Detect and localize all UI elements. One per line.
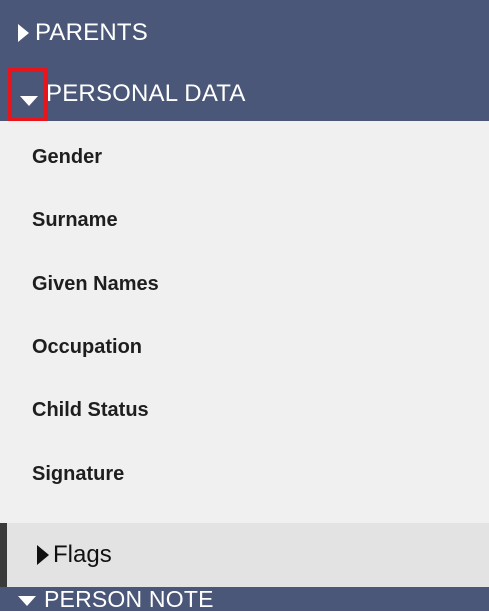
field-label: Signature bbox=[32, 462, 125, 485]
caret-down-icon[interactable] bbox=[18, 596, 36, 606]
field-item-occupation[interactable]: Occupation bbox=[0, 327, 489, 367]
caret-down-icon[interactable] bbox=[20, 95, 38, 106]
field-item-signature[interactable]: Signature bbox=[0, 454, 489, 494]
caret-right-icon[interactable] bbox=[18, 24, 29, 42]
section-header-parents[interactable]: PARENTS bbox=[0, 0, 489, 66]
subsection-label-flags: Flags bbox=[53, 541, 112, 568]
field-label: Given Names bbox=[32, 272, 159, 295]
personal-data-field-list: Gender Surname Given Names Occupation Ch… bbox=[0, 121, 489, 523]
field-label: Occupation bbox=[32, 335, 143, 358]
field-label: Gender bbox=[32, 145, 103, 168]
section-header-personal-data[interactable]: PERSONAL DATA bbox=[0, 66, 489, 121]
field-label: Child Status bbox=[32, 398, 149, 421]
section-header-person-note[interactable]: PERSON NOTE bbox=[0, 587, 489, 611]
caret-right-icon[interactable] bbox=[37, 545, 49, 565]
field-label: Surname bbox=[32, 208, 118, 231]
field-item-gender[interactable]: Gender bbox=[0, 137, 489, 177]
field-item-given-names[interactable]: Given Names bbox=[0, 264, 489, 304]
section-label-parents: PARENTS bbox=[35, 19, 148, 46]
field-item-surname[interactable]: Surname bbox=[0, 200, 489, 240]
field-item-child-status[interactable]: Child Status bbox=[0, 390, 489, 430]
form-sections-panel: PARENTS PERSONAL DATA Gender Surname Giv… bbox=[0, 0, 489, 611]
section-label-person-note: PERSON NOTE bbox=[44, 586, 214, 612]
subsection-flags[interactable]: Flags bbox=[0, 523, 489, 587]
section-label-personal-data: PERSONAL DATA bbox=[46, 79, 246, 107]
